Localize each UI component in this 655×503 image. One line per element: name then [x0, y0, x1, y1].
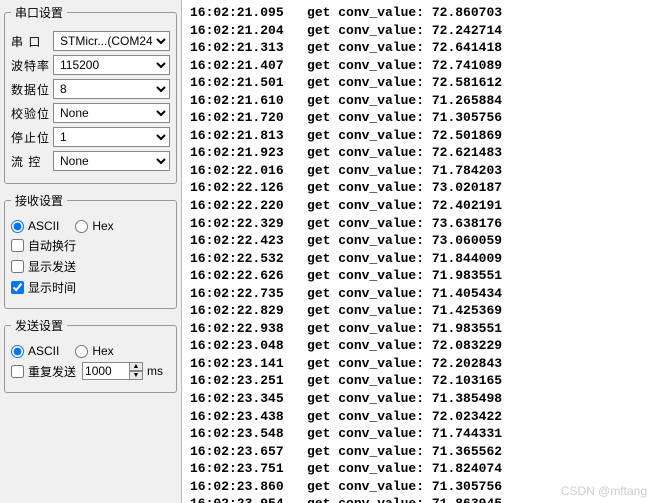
- log-line: 16:02:22.423 get conv_value: 73.060059: [190, 232, 647, 250]
- log-line: 16:02:21.204 get conv_value: 72.242714: [190, 22, 647, 40]
- show-time-check[interactable]: 显示时间: [11, 279, 76, 296]
- log-line: 16:02:22.735 get conv_value: 71.405434: [190, 285, 647, 303]
- send-settings-group: 发送设置 ASCII Hex 重复发送 ▲ ▼ ms: [4, 317, 177, 393]
- log-line: 16:02:23.751 get conv_value: 71.824074: [190, 460, 647, 478]
- log-line: 16:02:22.220 get conv_value: 72.402191: [190, 197, 647, 215]
- log-line: 16:02:22.938 get conv_value: 71.983551: [190, 320, 647, 338]
- log-line: 16:02:21.501 get conv_value: 72.581612: [190, 74, 647, 92]
- log-line: 16:02:23.048 get conv_value: 72.083229: [190, 337, 647, 355]
- log-line: 16:02:21.095 get conv_value: 72.860703: [190, 4, 647, 22]
- log-line: 16:02:23.251 get conv_value: 72.103165: [190, 372, 647, 390]
- log-line: 16:02:21.923 get conv_value: 72.621483: [190, 144, 647, 162]
- interval-down-button[interactable]: ▼: [129, 371, 143, 380]
- log-line: 16:02:22.016 get conv_value: 71.784203: [190, 162, 647, 180]
- send-ascii-radio[interactable]: ASCII: [11, 344, 59, 358]
- log-line: 16:02:21.407 get conv_value: 72.741089: [190, 57, 647, 75]
- parity-select[interactable]: None: [53, 103, 170, 123]
- show-send-check[interactable]: 显示发送: [11, 258, 76, 275]
- databits-label: 数据位: [11, 81, 53, 98]
- port-label: 串 口: [11, 33, 53, 50]
- baud-select[interactable]: 115200: [53, 55, 170, 75]
- stopbits-label: 停止位: [11, 129, 53, 146]
- log-line: 16:02:23.657 get conv_value: 71.365562: [190, 443, 647, 461]
- watermark: CSDN @mftang: [561, 483, 647, 499]
- stopbits-select[interactable]: 1: [53, 127, 170, 147]
- recv-ascii-radio[interactable]: ASCII: [11, 219, 59, 233]
- log-line: 16:02:23.345 get conv_value: 71.385498: [190, 390, 647, 408]
- log-line: 16:02:23.141 get conv_value: 72.202843: [190, 355, 647, 373]
- send-settings-legend: 发送设置: [11, 317, 67, 334]
- flow-select[interactable]: None: [53, 151, 170, 171]
- serial-settings-group: 串口设置 串 口 STMicr...(COM24 波特率 115200 数据位 …: [4, 4, 177, 184]
- repeat-interval-input[interactable]: [82, 362, 130, 380]
- log-line: 16:02:22.329 get conv_value: 73.638176: [190, 215, 647, 233]
- log-line: 16:02:22.626 get conv_value: 71.983551: [190, 267, 647, 285]
- port-select[interactable]: STMicr...(COM24: [53, 31, 170, 51]
- log-line: 16:02:23.438 get conv_value: 72.023422: [190, 408, 647, 426]
- parity-label: 校验位: [11, 105, 53, 122]
- receive-settings-group: 接收设置 ASCII Hex 自动换行 显示发送 显示时间: [4, 192, 177, 309]
- baud-label: 波特率: [11, 57, 53, 74]
- log-line: 16:02:21.720 get conv_value: 71.305756: [190, 109, 647, 127]
- databits-select[interactable]: 8: [53, 79, 170, 99]
- log-line: 16:02:21.313 get conv_value: 72.641418: [190, 39, 647, 57]
- log-line: 16:02:22.829 get conv_value: 71.425369: [190, 302, 647, 320]
- log-line: 16:02:22.532 get conv_value: 71.844009: [190, 250, 647, 268]
- interval-up-button[interactable]: ▲: [129, 362, 143, 371]
- serial-settings-legend: 串口设置: [11, 4, 67, 21]
- log-line: 16:02:22.126 get conv_value: 73.020187: [190, 179, 647, 197]
- log-output: 16:02:21.095 get conv_value: 72.86070316…: [182, 0, 655, 503]
- repeat-send-check[interactable]: 重复发送: [11, 363, 76, 380]
- log-line: 16:02:21.813 get conv_value: 72.501869: [190, 127, 647, 145]
- flow-label: 流 控: [11, 153, 53, 170]
- receive-settings-legend: 接收设置: [11, 192, 67, 209]
- log-line: 16:02:21.610 get conv_value: 71.265884: [190, 92, 647, 110]
- ms-label: ms: [147, 364, 163, 378]
- auto-wrap-check[interactable]: 自动换行: [11, 237, 76, 254]
- log-line: 16:02:23.548 get conv_value: 71.744331: [190, 425, 647, 443]
- send-hex-radio[interactable]: Hex: [75, 344, 113, 358]
- recv-hex-radio[interactable]: Hex: [75, 219, 113, 233]
